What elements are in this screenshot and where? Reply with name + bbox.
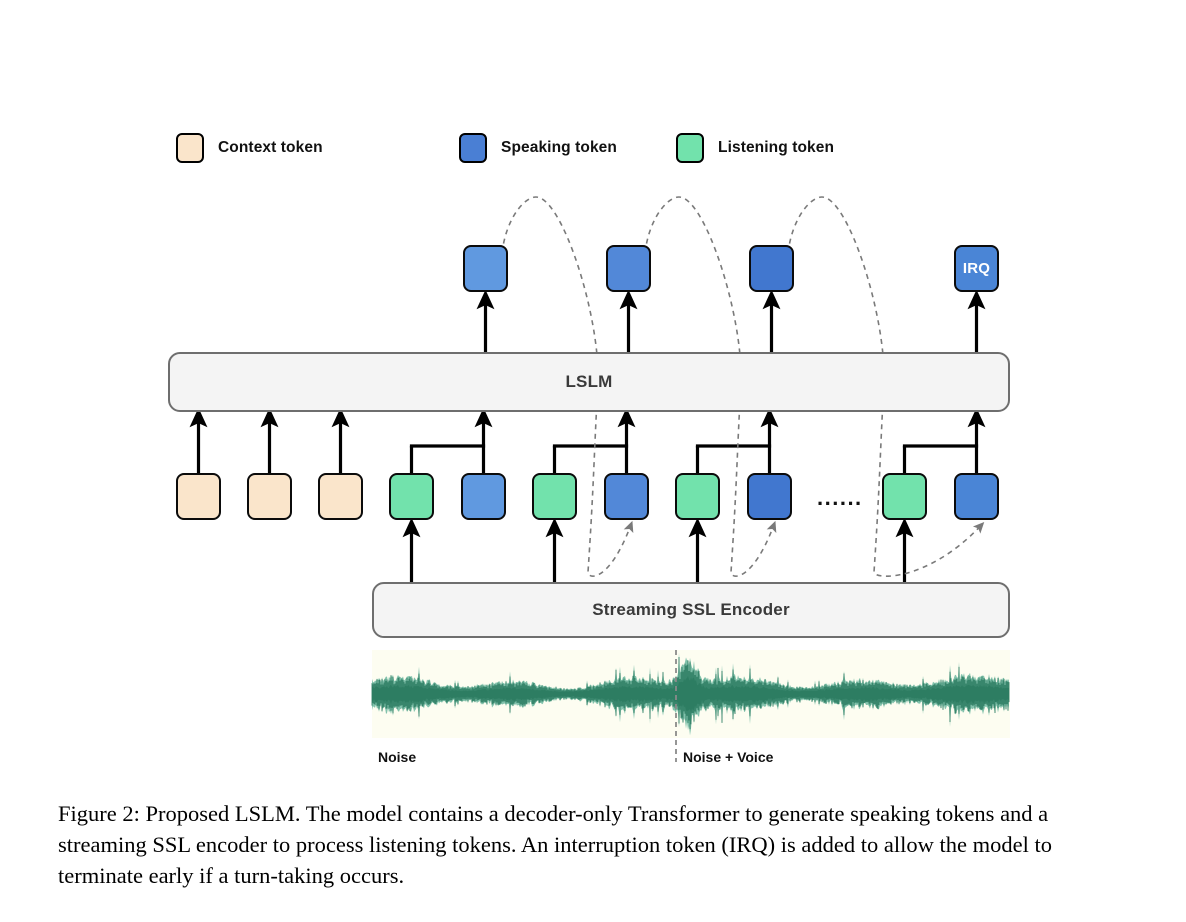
input-token-speaking-8[interactable] — [747, 473, 792, 520]
input-token-listening-3[interactable] — [389, 473, 434, 520]
lslm-label: LSLM — [565, 372, 613, 391]
input-token-context-0[interactable] — [176, 473, 221, 520]
input-token-row — [0, 440, 1186, 550]
input-token-context-1[interactable] — [247, 473, 292, 520]
input-token-context-2[interactable] — [318, 473, 363, 520]
streaming-ssl-encoder-module[interactable]: Streaming SSL Encoder — [372, 582, 1010, 638]
input-token-listening-5[interactable] — [532, 473, 577, 520]
speaking-token-output-3[interactable]: IRQ — [954, 245, 999, 292]
input-token-listening-7[interactable] — [675, 473, 720, 520]
speaking-token-output-0[interactable] — [463, 245, 508, 292]
figure-lslm-architecture: Context token Speaking token Listening tok… — [0, 0, 1186, 922]
input-token-listening-9[interactable] — [882, 473, 927, 520]
input-token-speaking-4[interactable] — [461, 473, 506, 520]
waveform-divider-layer — [675, 650, 677, 762]
input-token-speaking-10[interactable] — [954, 473, 999, 520]
ellipsis-indicator: ...... — [817, 485, 863, 510]
output-token-row: IRQ — [0, 0, 1186, 320]
waveform-label-noise-voice: Noise + Voice — [683, 749, 774, 765]
lslm-module[interactable]: LSLM — [168, 352, 1010, 412]
waveform-label-noise: Noise — [378, 749, 417, 765]
speaking-token-output-2[interactable] — [749, 245, 794, 292]
encoder-label: Streaming SSL Encoder — [592, 600, 790, 619]
speaking-token-output-1[interactable] — [606, 245, 651, 292]
figure-caption: Figure 2: Proposed LSLM. The model conta… — [58, 801, 1052, 888]
speaking-token-output-3-label: IRQ — [962, 260, 991, 277]
input-token-speaking-6[interactable] — [604, 473, 649, 520]
